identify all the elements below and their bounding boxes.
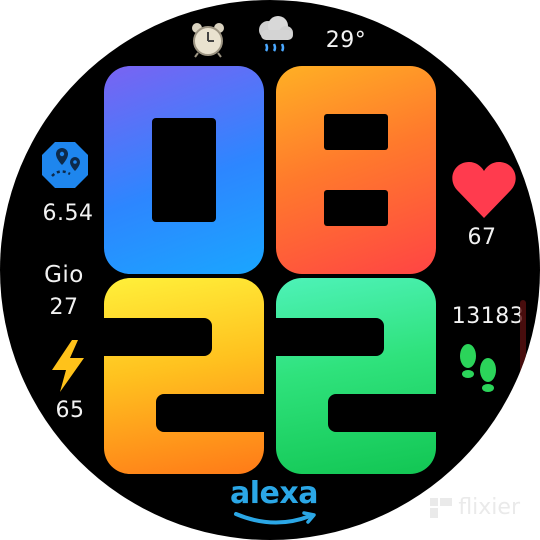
watch-face: 29° 08 22 6.54 Gio 27 6 [0,0,540,540]
bezel-accent [520,300,526,380]
watermark-text: flixier [458,495,520,520]
minute-digit-1 [104,278,264,474]
watermark: flixier [430,495,520,520]
flixier-logo-icon [430,497,453,518]
heart-icon[interactable] [451,160,517,220]
footprints-icon[interactable] [456,340,500,398]
rain-cloud-icon[interactable] [252,14,296,58]
distance-value: 6.54 [42,201,94,226]
minute-digit-2 [276,278,436,474]
temperature-label: 29° [325,28,367,53]
alexa-label: alexa [230,476,318,511]
alexa-smile-icon [234,511,316,525]
hour-digit-1 [104,66,264,274]
hour-digit-2 [276,66,436,274]
map-location-icon[interactable] [40,140,90,190]
date-day-number: 27 [49,295,79,320]
battery-value: 65 [55,398,85,423]
alarm-clock-icon[interactable] [190,20,226,58]
alexa-button[interactable]: alexa [222,478,326,530]
lightning-bolt-icon[interactable] [48,340,88,392]
date-day-name: Gio [44,262,84,288]
heart-rate-value: 67 [467,225,497,250]
